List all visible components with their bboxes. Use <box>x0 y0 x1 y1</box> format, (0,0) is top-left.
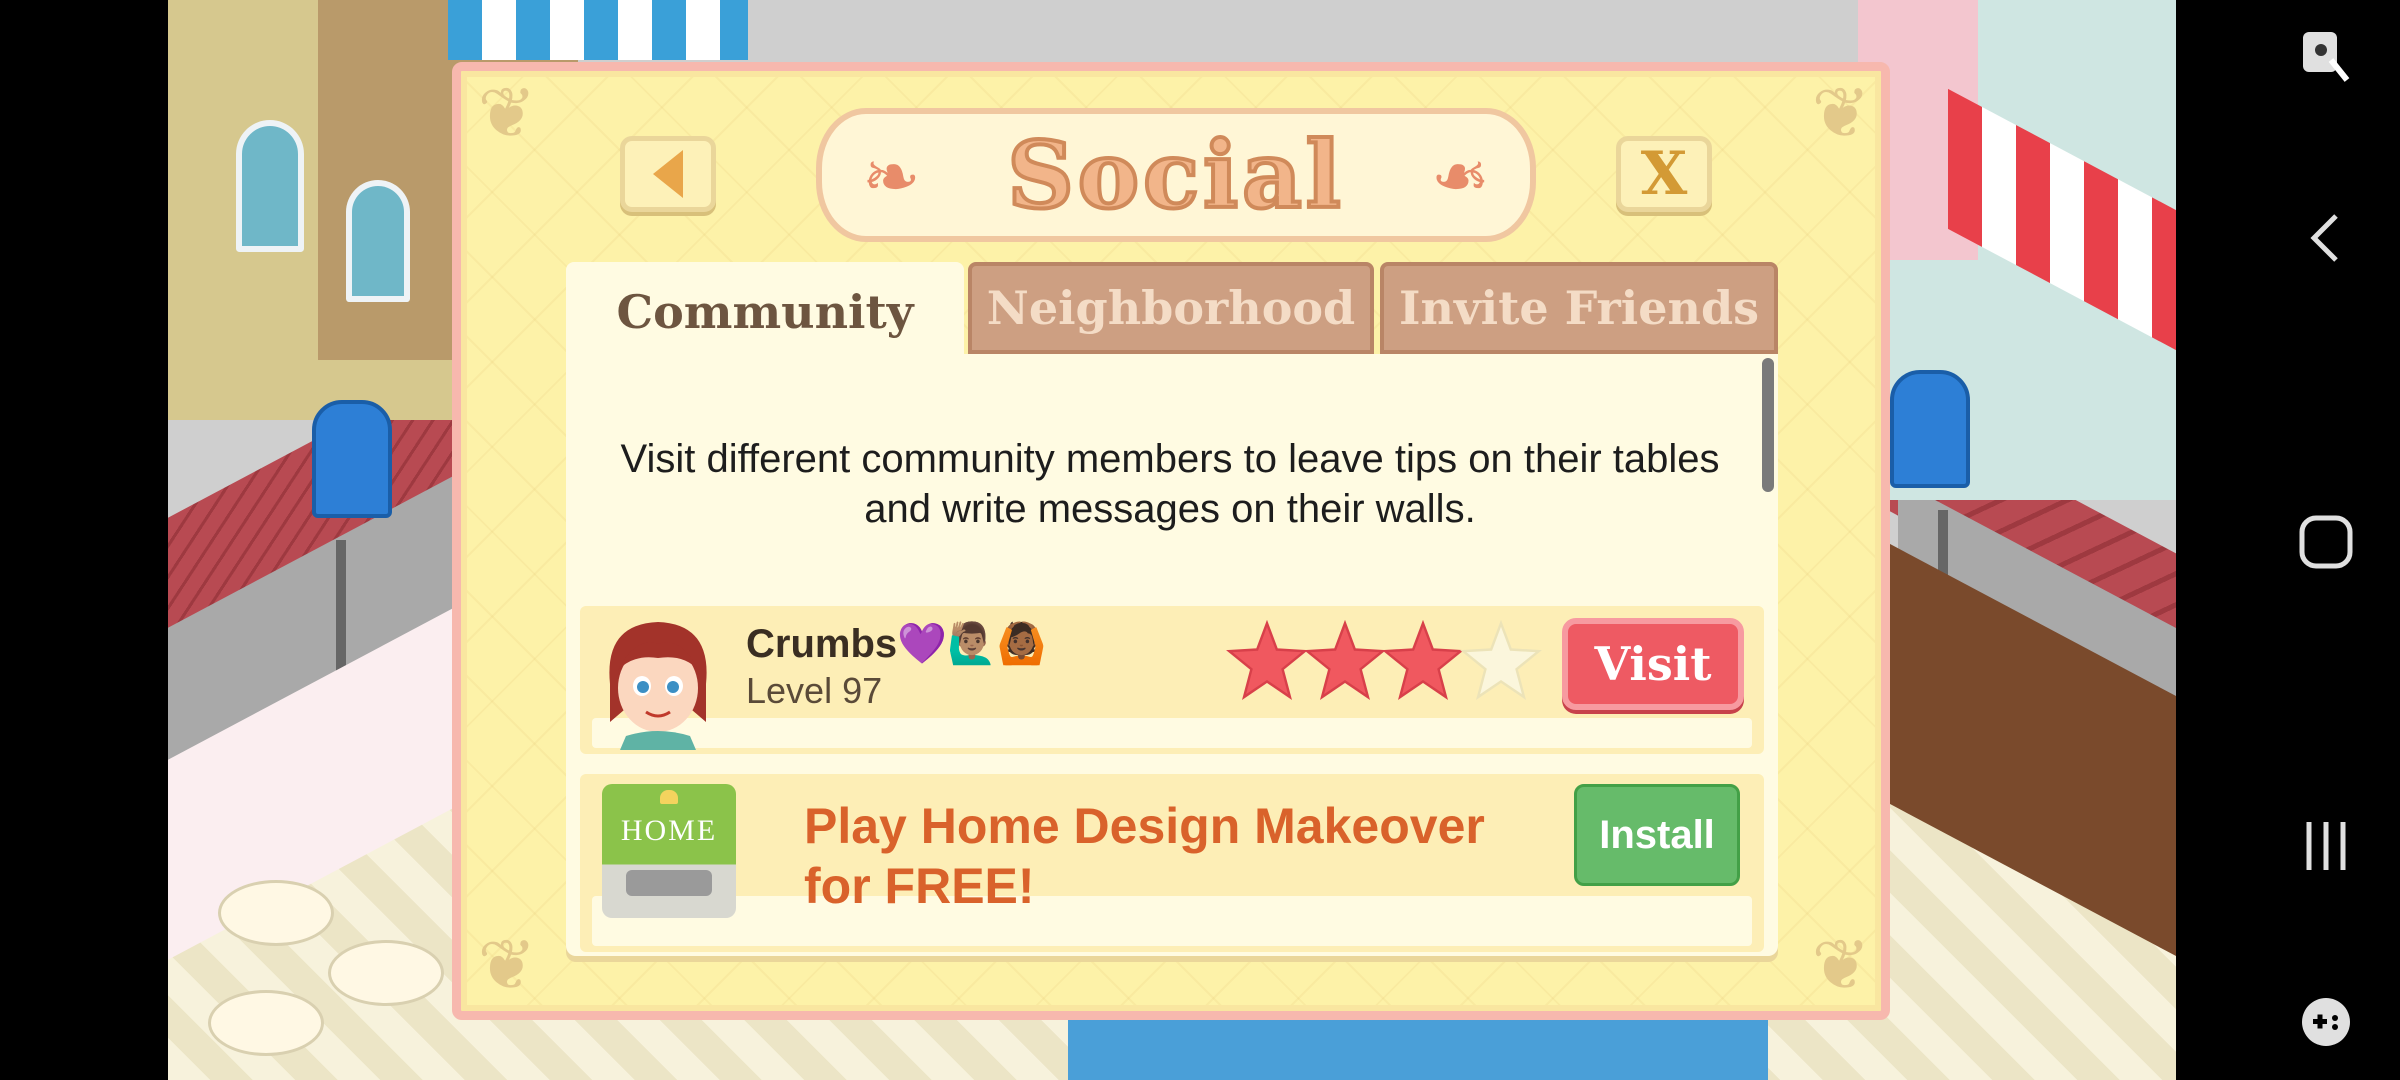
star-filled-icon <box>1382 620 1464 700</box>
avatar[interactable] <box>596 614 720 750</box>
scrollbar[interactable] <box>1762 358 1774 492</box>
diner-table <box>328 940 444 1006</box>
home-design-app-icon[interactable]: HOME <box>602 784 736 918</box>
close-button[interactable]: X <box>1616 136 1712 212</box>
tab-neighborhood[interactable]: Neighborhood <box>968 262 1374 354</box>
member-name: Crumbs💜🙋🏽‍♂️🙆🏾 <box>746 622 1047 666</box>
recents-icon[interactable] <box>2296 816 2356 876</box>
member-level: Level 97 <box>746 670 883 711</box>
window <box>346 180 410 302</box>
accessibility-icon[interactable] <box>2296 28 2356 88</box>
back-icon[interactable] <box>2296 208 2356 268</box>
diner-counter <box>1068 1020 1768 1080</box>
ad-text[interactable]: Play Home Design Makeover for FREE! <box>804 796 1524 916</box>
install-button[interactable]: Install <box>1574 784 1740 886</box>
corner-ornament-icon: ❦ <box>477 924 537 1006</box>
intro-text: Visit different community members to lea… <box>620 437 1720 531</box>
game-tools-icon[interactable] <box>2296 992 2356 1052</box>
row-strip <box>592 718 1752 748</box>
flourish-icon: ❧ <box>862 136 921 218</box>
street-lamp <box>336 540 346 680</box>
star-filled-icon <box>1226 620 1308 700</box>
window <box>236 120 304 252</box>
corner-ornament-icon: ❦ <box>1811 72 1871 154</box>
tab-community[interactable]: Community <box>566 262 964 362</box>
lamp-icon <box>660 790 678 804</box>
diner-table <box>218 880 334 946</box>
system-navigation-bar <box>2176 0 2400 1080</box>
corner-ornament-icon: ❦ <box>1811 924 1871 1006</box>
close-icon: X <box>1640 139 1688 209</box>
tab-invite-friends[interactable]: Invite Friends <box>1380 262 1778 354</box>
title-banner: ❧ Social ❧ <box>816 108 1536 242</box>
corner-ornament-icon: ❦ <box>477 72 537 154</box>
home-icon[interactable] <box>2296 512 2356 572</box>
mailbox <box>1890 370 1970 488</box>
flourish-icon: ❧ <box>1431 136 1490 218</box>
sofa-icon <box>626 870 712 896</box>
app-icon-label: HOME <box>620 814 718 847</box>
awning <box>448 0 748 60</box>
mailbox <box>312 400 392 518</box>
back-button[interactable] <box>620 136 716 212</box>
diner-table <box>208 990 324 1056</box>
triangle-left-icon <box>653 150 683 198</box>
dialog-title: Social <box>1005 119 1345 231</box>
visit-button[interactable]: Visit <box>1562 618 1744 710</box>
star-filled-icon <box>1304 620 1386 700</box>
star-empty-icon <box>1460 620 1542 700</box>
